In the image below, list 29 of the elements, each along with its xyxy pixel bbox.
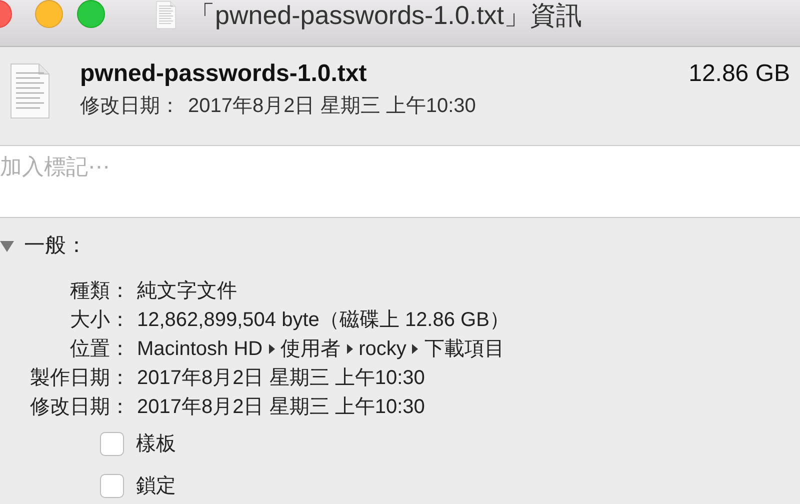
path-separator-icon (268, 344, 275, 354)
checkbox-label: 鎖定 (136, 474, 176, 499)
path-separator-icon (346, 344, 353, 354)
field-value: 純文字文件 (137, 278, 237, 304)
folder-name: 使用者 (280, 336, 341, 362)
field-value: 2017年8月2日 星期三 上午10:30 (137, 394, 425, 420)
path-separator-icon (412, 344, 418, 354)
file-size: 12.86 GB (688, 59, 790, 89)
field-label: 位置： (69, 336, 130, 362)
field-label: 製作日期： (29, 366, 130, 390)
checkbox-label: 樣板 (136, 432, 176, 457)
checkbox[interactable] (100, 432, 124, 456)
minimize-button[interactable] (35, 0, 63, 28)
field-label: 大小： (69, 308, 130, 332)
folder-name: rocky (358, 336, 406, 362)
field-label: 修改日期： (80, 94, 180, 119)
field-value: 12,862,899,504 byte（磁碟上 12.86 GB） (137, 308, 510, 332)
field-value: 2017年8月2日 星期三 上午10:30 (137, 366, 425, 390)
field-label: 修改日期： (29, 394, 130, 420)
field-label: 種類： (69, 278, 130, 304)
folder-name: Macintosh HD (137, 336, 263, 362)
section-title: 一般： (24, 233, 87, 260)
window-title: 「pwned-passwords-1.0.txt」資訊 (189, 0, 582, 30)
file-name: pwned-passwords-1.0.txt (80, 59, 368, 89)
zoom-button[interactable] (77, 0, 105, 28)
folder-name: 下載項目 (424, 336, 504, 362)
modified-date: 2017年8月2日 星期三 上午10:30 (188, 94, 476, 119)
checkbox[interactable] (100, 474, 124, 498)
disclosure-triangle-icon[interactable] (0, 239, 14, 253)
